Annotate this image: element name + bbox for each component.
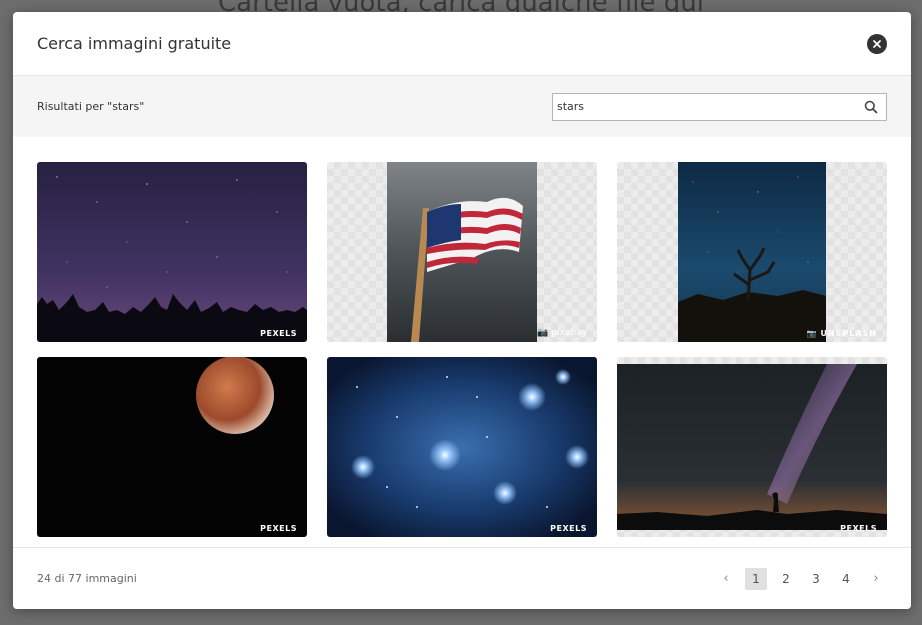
results-label: Risultati per "stars" xyxy=(37,100,145,113)
result-count: 24 di 77 immagini xyxy=(37,572,137,585)
pagination: ‹ 1 2 3 4 › xyxy=(715,567,887,590)
page-button-3[interactable]: 3 xyxy=(805,568,827,590)
search-input[interactable] xyxy=(557,100,864,113)
image-card[interactable]: PEXELS xyxy=(37,162,307,342)
prev-page-button[interactable]: ‹ xyxy=(715,568,737,590)
source-badge: 📷 UNSPLASH xyxy=(806,329,877,338)
image-grid: PEXELS 📷 pixabay 📷 UNSPLASH PEXELS PEXEL… xyxy=(37,162,887,537)
source-badge: PEXELS xyxy=(550,524,587,533)
source-badge: 📷 pixabay xyxy=(537,328,587,338)
search-icon[interactable] xyxy=(864,100,878,114)
image-thumbnail xyxy=(387,162,537,342)
source-badge: PEXELS xyxy=(260,329,297,338)
image-card[interactable]: 📷 pixabay xyxy=(327,162,597,342)
modal-footer: 24 di 77 immagini ‹ 1 2 3 4 › xyxy=(13,547,911,609)
image-card[interactable]: PEXELS xyxy=(327,357,597,537)
camera-icon: 📷 xyxy=(806,329,818,338)
page-button-2[interactable]: 2 xyxy=(775,568,797,590)
search-bar: Risultati per "stars" xyxy=(13,76,911,137)
free-images-modal: Cerca immagini gratuite Risultati per "s… xyxy=(13,12,911,609)
image-thumbnail xyxy=(37,162,307,342)
image-thumbnail xyxy=(678,162,826,342)
close-circle-icon xyxy=(873,39,881,48)
next-page-button[interactable]: › xyxy=(865,568,887,590)
image-thumbnail xyxy=(617,364,887,530)
image-card[interactable]: 📷 UNSPLASH xyxy=(617,162,887,342)
image-card[interactable]: PEXELS xyxy=(37,357,307,537)
page-button-4[interactable]: 4 xyxy=(835,568,857,590)
source-badge: PEXELS xyxy=(840,524,877,533)
search-box[interactable] xyxy=(552,92,887,121)
page-button-1[interactable]: 1 xyxy=(745,567,767,590)
close-button[interactable] xyxy=(867,33,887,54)
image-thumbnail xyxy=(37,357,307,537)
image-thumbnail xyxy=(327,357,597,537)
source-badge: PEXELS xyxy=(260,524,297,533)
camera-icon: 📷 xyxy=(537,328,549,338)
image-card[interactable]: PEXELS xyxy=(617,357,887,537)
modal-header: Cerca immagini gratuite xyxy=(13,12,911,76)
modal-title: Cerca immagini gratuite xyxy=(37,34,232,53)
